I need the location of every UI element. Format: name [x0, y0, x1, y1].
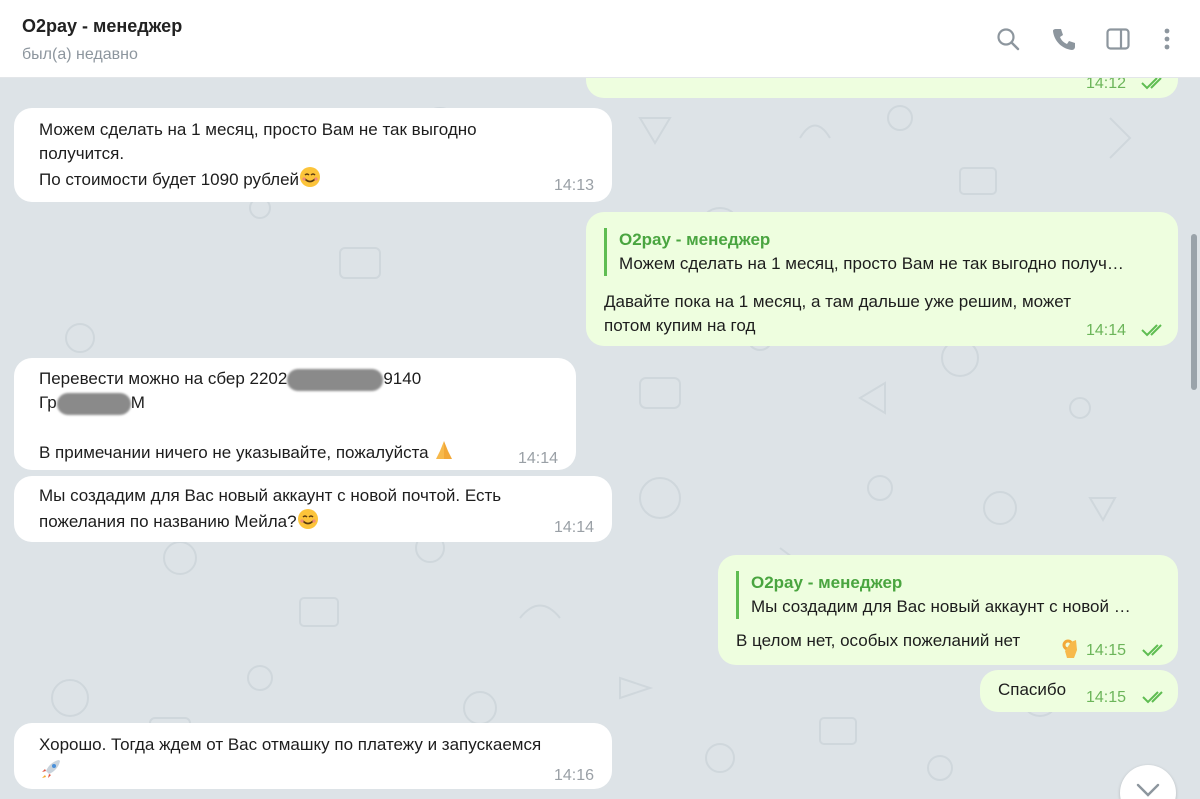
- message-outgoing[interactable]: 14:12: [586, 78, 1178, 98]
- message-outgoing[interactable]: Спасибо 14:15: [980, 670, 1178, 712]
- praying-hands-emoji-icon: [433, 439, 455, 468]
- chat-header: O2pay - менеджер был(а) недавно: [0, 0, 1200, 78]
- phone-icon[interactable]: [1051, 26, 1077, 52]
- chat-status: был(а) недавно: [22, 46, 138, 63]
- chat-area[interactable]: 14:12 Можем сделать на 1 месяц, просто В…: [0, 78, 1200, 799]
- message-text: Перевести можно на сбер 2202: [39, 369, 288, 388]
- message-line: Мы создадим для Вас новый аккаунт с ново…: [39, 486, 502, 505]
- message-time: 14:15: [1086, 689, 1127, 706]
- read-checks-icon: [1141, 78, 1162, 90]
- read-checks-icon: [1142, 691, 1163, 704]
- chevron-down-icon: [1136, 783, 1160, 797]
- message-line: По стоимости будет 1090 рублей: [39, 169, 300, 189]
- message-line: Давайте пока на 1 месяц, а там дальше уж…: [604, 292, 1071, 311]
- scroll-down-button[interactable]: [1120, 765, 1176, 799]
- more-vertical-icon[interactable]: [1154, 26, 1180, 52]
- search-icon[interactable]: [995, 26, 1021, 52]
- message-incoming[interactable]: Мы создадим для Вас новый аккаунт с ново…: [14, 476, 612, 542]
- read-checks-icon: [1142, 644, 1163, 657]
- message-line: пожелания по названию Мейла?: [39, 511, 297, 531]
- smile-emoji-icon: [297, 508, 319, 537]
- message-time: 14:12: [1086, 78, 1127, 92]
- message-incoming[interactable]: Перевести можно на сбер 2202 9140 Гр М В п…: [14, 358, 576, 470]
- smile-emoji-icon: [299, 166, 321, 195]
- reply-quote[interactable]: O2pay - менеджер Мы создадим для Вас нов…: [736, 571, 1160, 619]
- message-line: Спасибо: [998, 680, 1067, 699]
- ok-hand-emoji-icon: [1062, 638, 1080, 667]
- redacted-blur: [56, 392, 131, 415]
- message-text: 9140: [383, 369, 422, 388]
- read-checks-icon: [1141, 324, 1162, 337]
- message-text: М: [130, 393, 145, 412]
- reply-text: Мы создадим для Вас новый аккаунт с ново…: [751, 597, 1131, 616]
- message-line: потом купим на год: [604, 316, 756, 335]
- message-time: 14:13: [554, 177, 595, 194]
- message-line: получится.: [39, 144, 125, 163]
- message-incoming[interactable]: Хорошо. Тогда ждем от Вас отмашку по пла…: [14, 723, 612, 789]
- message-time: 14:14: [1086, 322, 1127, 339]
- message-time: 14:14: [554, 519, 595, 536]
- reply-author: O2pay - менеджер: [619, 230, 771, 249]
- reply-author: O2pay - менеджер: [751, 573, 903, 592]
- message-text: Гр: [39, 393, 57, 412]
- message-time: 14:15: [1086, 642, 1127, 659]
- scrollbar-thumb[interactable]: [1191, 234, 1197, 390]
- message-line: Хорошо. Тогда ждем от Вас отмашку по пла…: [39, 735, 542, 754]
- message-time: 14:14: [518, 450, 559, 467]
- sidebar-toggle-icon[interactable]: [1105, 26, 1131, 52]
- rocket-emoji-icon: [39, 757, 63, 788]
- message-incoming[interactable]: Можем сделать на 1 месяц, просто Вам не …: [14, 108, 612, 202]
- message-line: Можем сделать на 1 месяц, просто Вам не …: [39, 120, 477, 139]
- message-time: 14:16: [554, 767, 595, 784]
- reply-quote[interactable]: O2pay - менеджер Можем сделать на 1 меся…: [604, 228, 1160, 276]
- redacted-blur: [287, 368, 384, 391]
- chat-title[interactable]: O2pay - менеджер: [22, 16, 182, 37]
- message-outgoing[interactable]: O2pay - менеджер Мы создадим для Вас нов…: [718, 555, 1178, 665]
- reply-text: Можем сделать на 1 месяц, просто Вам не …: [619, 254, 1124, 273]
- message-outgoing[interactable]: O2pay - менеджер Можем сделать на 1 меся…: [586, 212, 1178, 346]
- message-line: В примечании ничего не указывайте, пожал…: [39, 442, 429, 462]
